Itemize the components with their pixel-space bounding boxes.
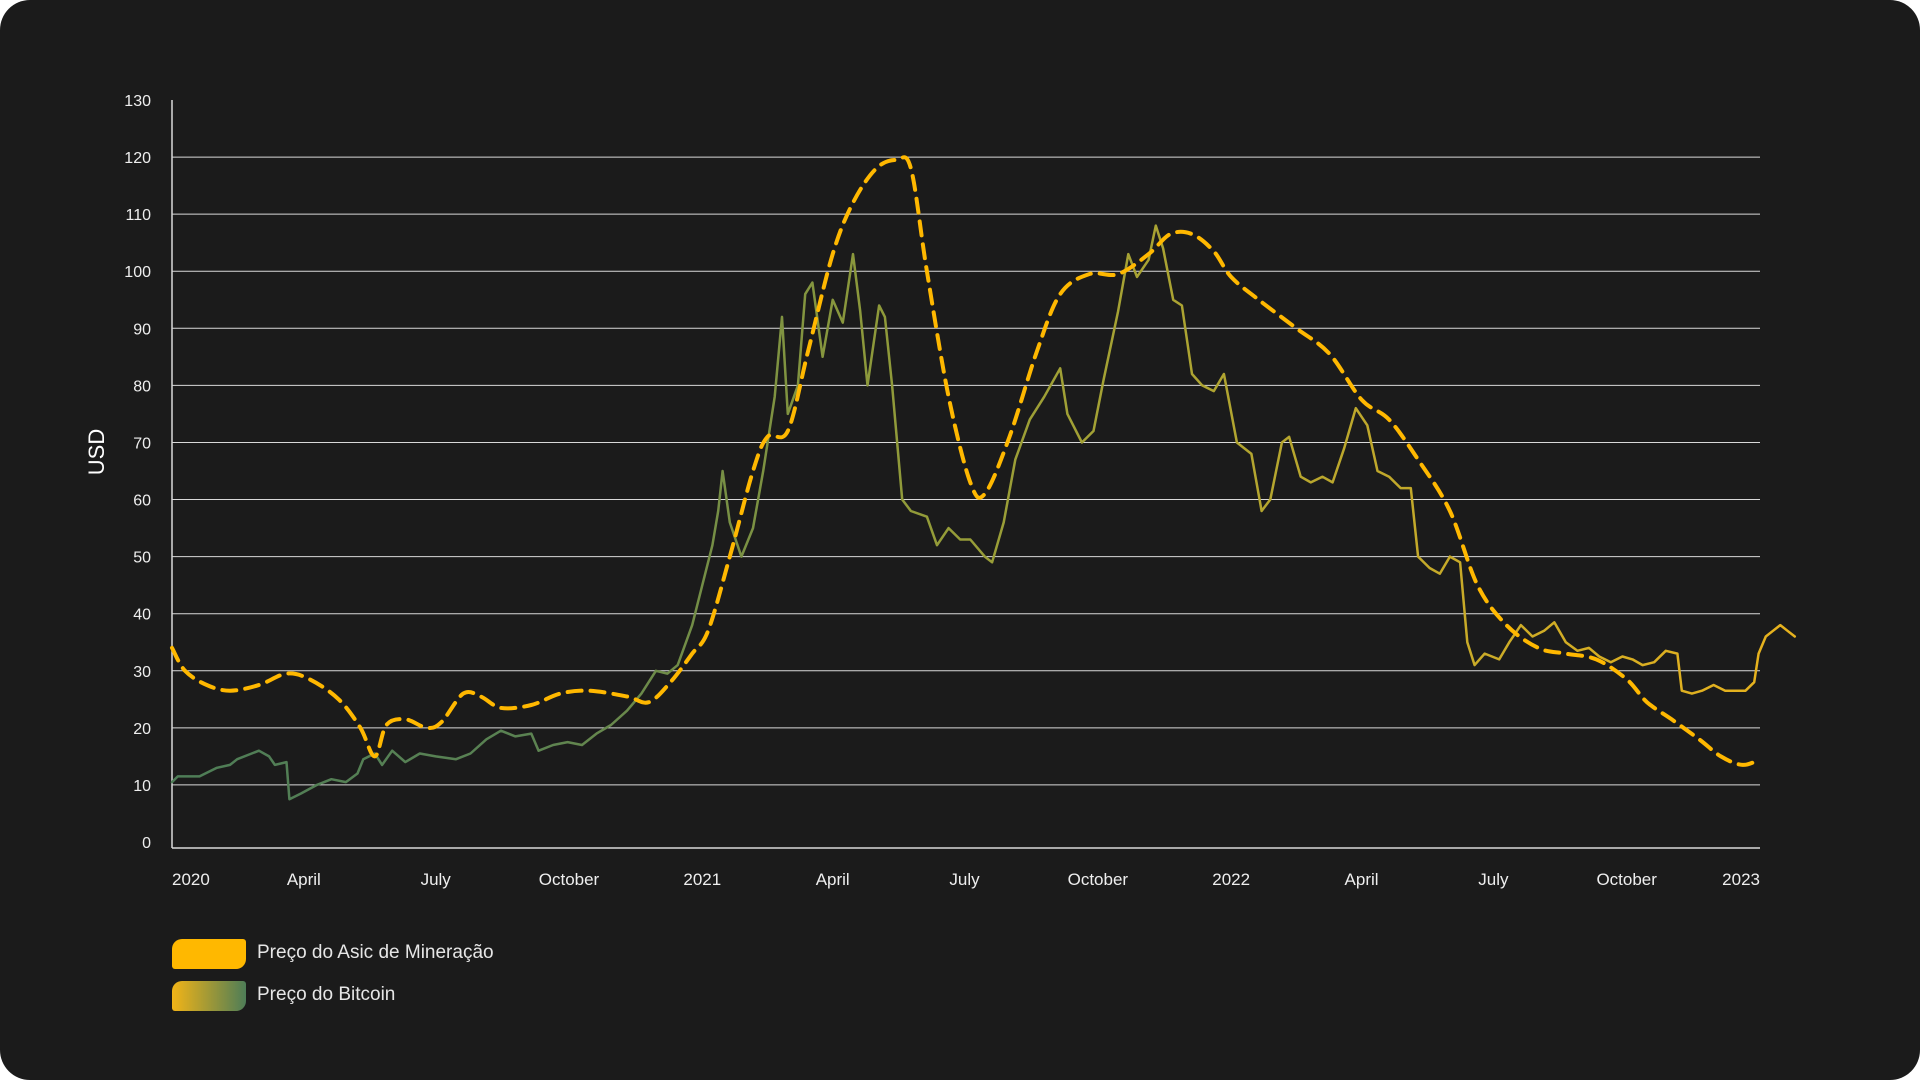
x-tick-label: July [1478,870,1509,889]
series-lines [170,155,1797,801]
y-axis-title: USD [84,429,109,475]
x-tick-label: July [949,870,980,889]
y-tick-label: 80 [133,378,151,395]
x-tick-label: 2020 [172,870,210,889]
y-tick-label: 60 [133,493,151,510]
y-tick-label: 20 [133,721,151,738]
legend-label-asic: Preço do Asic de Mineração [257,942,494,963]
y-tick-label: 0 [142,835,151,852]
y-tick-label: 90 [133,321,151,338]
legend-swatch-asic [172,939,246,969]
x-tick-label: 2021 [683,870,721,889]
series-line-bitcoin [170,224,1797,801]
y-tick-label: 70 [133,435,151,452]
axis-labels: 0 10 20 30 40 50 60 70 80 90 100 110 120 130 2020 April… [84,93,1760,889]
chart-card: 0 10 20 30 40 50 60 70 80 90 100 110 120 130 2020 April… [0,0,1920,1080]
y-tick-label: 120 [124,150,151,167]
legend-swatch-bitcoin [172,981,246,1011]
x-tick-label: April [287,870,321,889]
x-tick-label: 2023 [1722,870,1760,889]
y-tick-label: 50 [133,550,151,567]
legend-label-bitcoin: Preço do Bitcoin [257,984,396,1005]
y-tick-label: 130 [124,93,151,110]
x-tick-label: October [1596,870,1657,889]
y-tick-label: 100 [124,264,151,281]
y-tick-label: 40 [133,607,151,624]
x-tick-label: July [421,870,452,889]
x-tick-label: October [539,870,600,889]
x-tick-label: April [1345,870,1379,889]
line-chart: 0 10 20 30 40 50 60 70 80 90 100 110 120 130 2020 April… [84,93,1797,889]
y-tick-label: 10 [133,778,151,795]
y-tick-label: 110 [125,207,151,224]
x-tick-label: October [1068,870,1129,889]
y-tick-label: 30 [133,664,151,681]
x-tick-label: April [816,870,850,889]
x-tick-label: 2022 [1212,870,1250,889]
series-line-asic [170,155,1762,767]
